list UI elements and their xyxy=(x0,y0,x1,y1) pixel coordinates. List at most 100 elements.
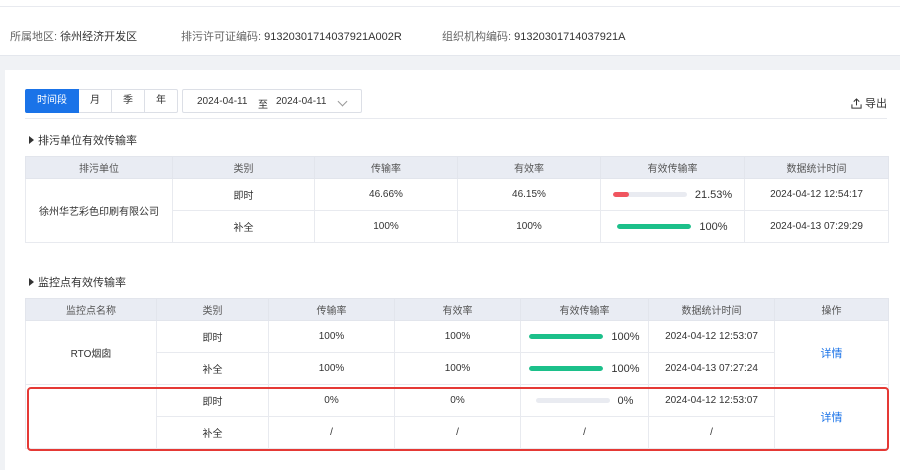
table-row: RTO烟囱 即时 100% 100% 100% 2024-04-12 12:53… xyxy=(25,320,889,385)
col-header: 类别 xyxy=(172,156,315,179)
valid-rate-cell: / xyxy=(394,416,521,449)
effective-rate-value: 21.53% xyxy=(694,188,733,201)
valid-rate-cell: 46.15% xyxy=(457,178,601,211)
progress-fill xyxy=(529,334,604,339)
progress-bar xyxy=(535,398,610,403)
effective-rate-value: 100% xyxy=(611,362,640,375)
table-header-row: 排污单位 类别 传输率 有效率 有效传输率 数据统计时间 xyxy=(25,156,889,179)
top-divider xyxy=(0,6,900,7)
period-tab-quarter[interactable]: 季 xyxy=(112,89,145,113)
period-tab-range[interactable]: 时间段 xyxy=(25,89,79,113)
progress-bar xyxy=(529,366,604,371)
permit-info: 排污许可证编码: 91320301714037921A002R xyxy=(181,28,402,44)
progress-bar xyxy=(617,224,692,229)
valid-rate-cell: 100% xyxy=(394,320,521,353)
table-header-row: 监控点名称 类别 传输率 有效率 有效传输率 数据统计时间 操作 xyxy=(25,298,889,321)
col-header: 有效率 xyxy=(394,298,521,321)
effective-rate-cell: 21.53% xyxy=(600,178,745,211)
section1-title: 排污单位有效传输率 xyxy=(38,135,137,147)
info-bar: 所属地区: 徐州经济开发区 排污许可证编码: 91320301714037921… xyxy=(0,0,900,56)
section-title-unit: 排污单位有效传输率 xyxy=(29,132,137,148)
col-header: 操作 xyxy=(774,298,889,321)
action-cell: 详情 xyxy=(774,320,889,385)
point-name-cell: RTO烟囱 xyxy=(25,320,157,385)
category-cell: 补全 xyxy=(156,416,269,449)
progress-bar xyxy=(612,192,687,197)
category-cell: 补全 xyxy=(172,210,315,243)
permit-label: 排污许可证编码: xyxy=(181,31,262,43)
action-cell: 详情 xyxy=(774,384,889,449)
transfer-rate-cell: 100% xyxy=(314,210,458,243)
date-start[interactable]: 2024-04-11 xyxy=(197,96,247,107)
table-row: 徐州华艺彩色印刷有限公司 即时 46.66% 46.15% 21.53% 202… xyxy=(25,178,889,243)
valid-rate-cell: 100% xyxy=(394,352,521,385)
time-cell: 2024-04-13 07:27:24 xyxy=(648,352,775,385)
org-label: 组织机构编码: xyxy=(442,31,512,43)
valid-rate-cell: 100% xyxy=(457,210,601,243)
org-info: 组织机构编码: 91320301714037921A xyxy=(442,28,625,44)
main-panel: 时间段 月 季 年 2024-04-11 至 2024-04-11 导出 排污单… xyxy=(5,70,900,470)
export-label: 导出 xyxy=(865,98,887,110)
col-header: 有效率 xyxy=(457,156,601,179)
region-value: 徐州经济开发区 xyxy=(60,31,138,43)
permit-value: 91320301714037921A002R xyxy=(264,31,402,43)
transfer-rate-cell: 0% xyxy=(268,384,395,417)
effective-rate-value: 100% xyxy=(699,220,728,233)
col-header: 传输率 xyxy=(314,156,458,179)
effective-rate-value: 100% xyxy=(611,330,640,343)
export-button[interactable]: 导出 xyxy=(851,95,887,111)
chevron-down-icon[interactable] xyxy=(337,96,348,107)
time-cell: / xyxy=(648,416,775,449)
col-header: 数据统计时间 xyxy=(744,156,889,179)
date-range-picker[interactable]: 2024-04-11 至 2024-04-11 xyxy=(182,89,362,113)
col-header: 监控点名称 xyxy=(25,298,157,321)
effective-rate-cell: 0% xyxy=(520,384,649,417)
transfer-rate-cell: 100% xyxy=(268,320,395,353)
effective-rate-cell: / xyxy=(520,416,649,449)
effective-rate-cell: 100% xyxy=(520,320,649,353)
region-label: 所属地区: xyxy=(10,31,58,43)
valid-rate-cell: 0% xyxy=(394,384,521,417)
detail-link[interactable]: 详情 xyxy=(821,348,843,360)
progress-fill xyxy=(617,224,692,229)
period-selector: 时间段 月 季 年 xyxy=(25,89,178,113)
period-tab-year[interactable]: 年 xyxy=(145,89,178,113)
monitor-point-table: 监控点名称 类别 传输率 有效率 有效传输率 数据统计时间 操作 RTO烟囱 即… xyxy=(25,298,889,449)
time-cell: 2024-04-12 12:53:07 xyxy=(648,320,775,353)
date-separator: 至 xyxy=(258,100,268,111)
point-name-cell xyxy=(25,384,157,449)
unit-name-cell: 徐州华艺彩色印刷有限公司 xyxy=(25,178,173,243)
transfer-rate-cell: 100% xyxy=(268,352,395,385)
detail-link[interactable]: 详情 xyxy=(821,412,843,424)
region-info: 所属地区: 徐州经济开发区 xyxy=(10,28,137,44)
caret-right-icon xyxy=(29,278,34,286)
toolbar-divider xyxy=(25,118,887,119)
time-cell: 2024-04-12 12:54:17 xyxy=(744,178,889,211)
col-header: 有效传输率 xyxy=(600,156,745,179)
time-cell: 2024-04-12 12:53:07 xyxy=(648,384,775,417)
col-header: 有效传输率 xyxy=(520,298,649,321)
progress-fill xyxy=(612,192,629,197)
section-title-points: 监控点有效传输率 xyxy=(29,274,126,290)
category-cell: 即时 xyxy=(156,384,269,417)
org-value: 91320301714037921A xyxy=(514,31,626,43)
col-header: 传输率 xyxy=(268,298,395,321)
caret-right-icon xyxy=(29,136,34,144)
col-header: 排污单位 xyxy=(25,156,173,179)
period-tab-month[interactable]: 月 xyxy=(79,89,112,113)
time-cell: 2024-04-13 07:29:29 xyxy=(744,210,889,243)
category-cell: 即时 xyxy=(156,320,269,353)
unit-rate-table: 排污单位 类别 传输率 有效率 有效传输率 数据统计时间 徐州华艺彩色印刷有限公… xyxy=(25,156,889,243)
effective-rate-cell: 100% xyxy=(520,352,649,385)
date-end[interactable]: 2024-04-11 xyxy=(276,96,326,107)
effective-rate-cell: 100% xyxy=(600,210,745,243)
progress-bar xyxy=(529,334,604,339)
table-row: 即时 0% 0% 0% 2024-04-12 12:53:07 详情 xyxy=(25,384,889,449)
section2-title: 监控点有效传输率 xyxy=(38,277,126,289)
export-icon xyxy=(851,98,862,109)
transfer-rate-cell: / xyxy=(268,416,395,449)
col-header: 类别 xyxy=(156,298,269,321)
transfer-rate-cell: 46.66% xyxy=(314,178,458,211)
effective-rate-value: 0% xyxy=(617,394,634,407)
category-cell: 补全 xyxy=(156,352,269,385)
